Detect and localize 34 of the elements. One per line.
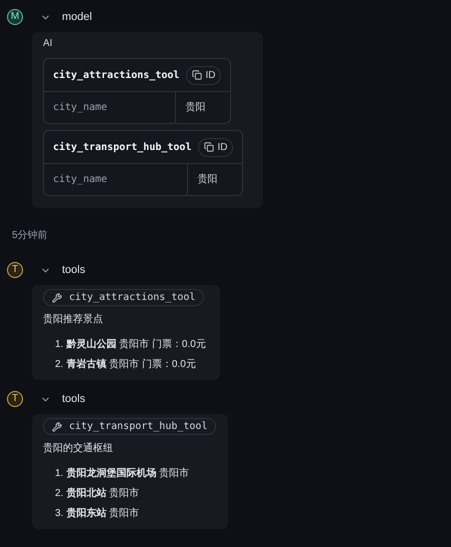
timestamp: 5分钟前 <box>12 228 49 243</box>
tool-chip: city_transport_hub_tool <box>43 418 216 435</box>
tool-chip: city_attractions_tool <box>43 289 204 306</box>
wrench-icon <box>52 422 62 432</box>
list-number: 2. <box>55 486 64 500</box>
argument-value: 贵阳 <box>184 100 206 115</box>
list-item: 贵阳北站 贵阳市 <box>66 486 140 500</box>
list-item: 贵阳龙洞堡国际机场 贵阳市 <box>66 466 190 480</box>
copy-id-button[interactable]: ID <box>198 138 234 156</box>
list-number: 3. <box>55 506 64 520</box>
avatar-icon: T <box>7 391 23 407</box>
role-label: tools <box>62 262 86 278</box>
role-label: model <box>62 10 92 25</box>
result-title: 贵阳推荐景点 <box>43 312 104 327</box>
argument-value: 贵阳 <box>196 172 218 187</box>
copy-icon <box>204 142 214 152</box>
copy-icon <box>192 70 202 80</box>
tool-name: city_attractions_tool <box>53 68 180 82</box>
argument-name: city_name <box>44 164 188 195</box>
wrench-icon <box>52 292 62 302</box>
list-number: 1. <box>55 466 64 480</box>
sender-label: AI <box>43 37 54 51</box>
tool-name: city_transport_hub_tool <box>53 140 192 154</box>
argument-name: city_name <box>44 92 176 123</box>
list-item: 贵阳东站 贵阳市 <box>66 506 140 520</box>
avatar-icon: T <box>7 262 23 278</box>
copy-id-button[interactable]: ID <box>186 66 222 84</box>
list-number: 2. <box>55 358 64 372</box>
avatar-icon: M <box>7 9 23 25</box>
role-label: tools <box>62 392 86 407</box>
result-title: 贵阳的交通枢纽 <box>43 442 114 456</box>
list-number: 1. <box>55 338 64 352</box>
list-item: 黔灵山公园 贵阳市 门票：0.0元 <box>66 338 206 352</box>
list-item: 青岩古镇 贵阳市 门票：0.0元 <box>66 358 196 372</box>
